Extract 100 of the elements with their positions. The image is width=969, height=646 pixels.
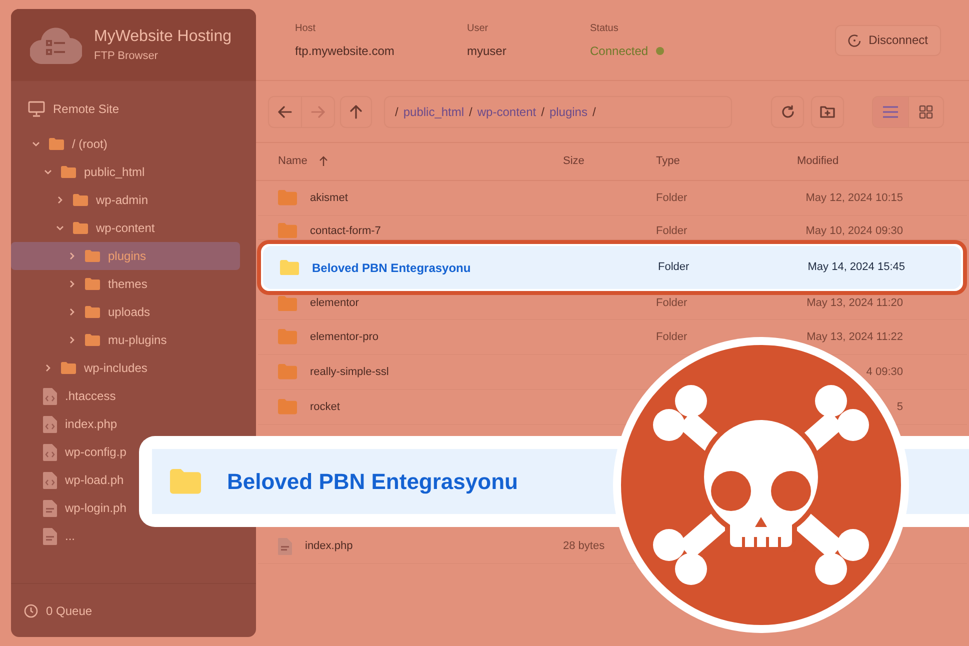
up-button[interactable]	[340, 96, 372, 128]
folder-icon	[280, 260, 299, 276]
file-name: contact-form-7	[310, 224, 381, 238]
chevron-down-icon	[31, 139, 41, 149]
column-header[interactable]: Modified	[797, 153, 839, 170]
tree-item[interactable]: plugins	[11, 242, 240, 270]
type-cell: Folder	[656, 192, 688, 204]
folder-icon	[278, 399, 297, 415]
list-view-button[interactable]	[873, 96, 908, 126]
tree-item[interactable]: wp-login.ph	[43, 494, 126, 522]
chevron-right-icon	[55, 195, 65, 205]
chevron-right-icon	[67, 279, 77, 289]
app-subtitle: FTP Browser	[94, 50, 159, 62]
path-link[interactable]: public_html	[403, 102, 464, 120]
folder-icon	[61, 362, 76, 374]
folder-icon	[85, 278, 100, 290]
modified-cell-text: 4 09:30	[866, 364, 903, 380]
modified-cell-text: May 10, 2024 09:30	[806, 224, 903, 238]
chevron-right-icon	[67, 251, 77, 261]
table-row[interactable]: elementor Folder May 13, 2024 11:20	[258, 295, 967, 320]
file-name: rocket	[310, 400, 340, 415]
folder-icon	[49, 138, 64, 150]
table-row[interactable]: Beloved PBN Entegrasyonu Folder May 14, 2024 15:45	[257, 240, 967, 295]
tree-item[interactable]: wp-includes	[43, 354, 148, 382]
folder-icon	[170, 469, 201, 494]
folder-icon	[73, 194, 88, 206]
path-bar[interactable]: / public_html / wp-content / plugins /	[384, 96, 732, 128]
tree-item[interactable]: public_html	[43, 158, 145, 186]
tree-item[interactable]: mu-plugins	[67, 326, 167, 354]
column-header[interactable]: Type	[656, 153, 680, 170]
column-header[interactable]: Name	[278, 153, 308, 170]
folder-icon	[278, 190, 297, 206]
tree-item[interactable]: wp-content	[55, 214, 155, 242]
path-link[interactable]: wp-content	[477, 102, 536, 120]
tree-item[interactable]: themes	[67, 270, 148, 298]
folder-icon	[278, 329, 297, 345]
tree-item[interactable]: wp-admin	[55, 186, 148, 214]
file-icon	[43, 388, 57, 404]
refresh-icon	[780, 104, 794, 118]
list-icon	[883, 106, 898, 118]
file-name: Beloved PBN Entegrasyonu	[227, 468, 518, 496]
chevron-down-icon	[55, 223, 65, 233]
path-separator: /	[469, 104, 472, 120]
folder-icon	[85, 250, 100, 262]
refresh-button[interactable]	[771, 96, 804, 128]
file-icon	[43, 500, 57, 516]
folder-icon	[85, 306, 100, 318]
new-folder-button[interactable]	[811, 96, 844, 128]
folder-plus-icon	[820, 105, 835, 118]
folder-icon	[278, 223, 297, 238]
chevron-right-icon	[67, 307, 77, 317]
info-value: myuser	[467, 42, 508, 60]
type-cell: Folder	[656, 224, 688, 236]
tree-item[interactable]: / (root)	[31, 130, 108, 158]
folder-icon	[85, 334, 100, 346]
path-separator: /	[592, 104, 596, 120]
folder-icon	[61, 166, 76, 178]
file-icon	[43, 528, 57, 544]
file-name: elementor	[310, 296, 359, 311]
folder-icon	[73, 222, 88, 234]
modified-cell-text: May 12, 2024 10:15	[806, 190, 903, 206]
info-label: Status	[590, 22, 620, 36]
status-value: Connected	[590, 42, 648, 60]
type-cell: Folder	[658, 261, 690, 274]
path-separator: /	[541, 104, 544, 120]
size-cell: 28 bytes	[563, 540, 605, 552]
tree-item[interactable]: .htaccess	[43, 382, 116, 410]
up-arrow-icon	[350, 104, 362, 118]
modified-cell-text: 5	[896, 400, 903, 415]
type-cell: Folder	[656, 330, 688, 343]
queue-status: 0 Queue	[46, 602, 92, 620]
file-icon	[43, 472, 57, 488]
info-label: User	[467, 22, 490, 36]
sort-up-icon	[319, 156, 328, 167]
tree-item[interactable]: index.php	[43, 410, 118, 438]
section-title: Remote Site	[53, 101, 120, 118]
file-name: elementor-pro	[310, 330, 378, 345]
chevron-right-icon	[67, 335, 77, 345]
grid-icon	[919, 104, 933, 118]
disconnect-icon	[848, 34, 861, 46]
chevron-right-icon	[43, 363, 53, 373]
file-name: Beloved PBN Entegrasyonu	[312, 260, 471, 276]
folder-icon	[278, 296, 297, 311]
file-name: index.php	[305, 538, 353, 554]
file-name: really-simple-ssl	[310, 364, 389, 380]
modified-cell-text: May 13, 2024 11:22	[806, 330, 903, 345]
tree-item[interactable]: wp-load.ph	[43, 466, 124, 494]
back-arrow-icon	[278, 106, 292, 118]
tree-item[interactable]: wp-config.p	[43, 438, 126, 466]
info-label: Host	[295, 22, 317, 36]
path-link[interactable]: plugins	[549, 102, 588, 120]
tree-item[interactable]: ...	[43, 522, 76, 550]
disconnect-button[interactable]: Disconnect	[834, 24, 941, 56]
chevron-down-icon	[43, 167, 53, 177]
file-icon	[43, 444, 57, 460]
column-header[interactable]: Size	[563, 153, 584, 170]
tree-item[interactable]: uploads	[67, 298, 150, 326]
table-row[interactable]: akismet Folder May 12, 2024 10:15	[258, 181, 967, 216]
folder-icon	[278, 364, 297, 380]
monitor-icon	[28, 101, 45, 117]
